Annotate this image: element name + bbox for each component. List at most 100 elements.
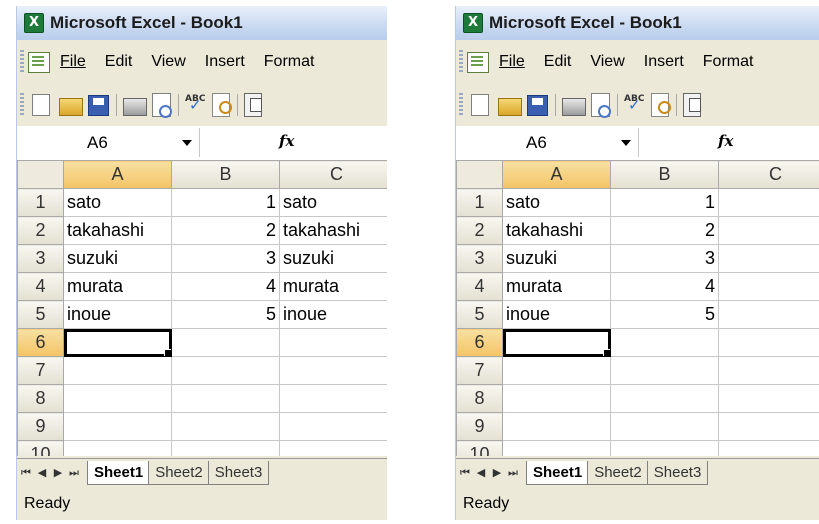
row-header[interactable]: 5	[456, 300, 503, 329]
column-header-c[interactable]: C	[279, 160, 387, 189]
first-sheet-icon[interactable]: ⏮	[458, 461, 472, 485]
open-folder-icon[interactable]	[498, 98, 522, 116]
tab-sheet2[interactable]: Sheet2	[148, 461, 210, 485]
chevron-down-icon[interactable]	[182, 140, 192, 146]
cell-b10[interactable]	[610, 440, 719, 456]
menu-view[interactable]: View	[151, 53, 185, 71]
row-header[interactable]: 8	[456, 384, 503, 413]
cell-c1[interactable]: sato	[279, 188, 387, 217]
cell-c4[interactable]	[718, 272, 819, 301]
cell-b10[interactable]	[171, 440, 280, 456]
cell-a6[interactable]	[502, 328, 611, 357]
menu-edit[interactable]: Edit	[544, 53, 572, 71]
title-bar[interactable]: X Microsoft Excel - Book1	[456, 6, 819, 40]
last-sheet-icon[interactable]: ⏭	[506, 461, 520, 485]
cell-a7[interactable]	[63, 356, 172, 385]
cell-c7[interactable]	[279, 356, 387, 385]
menu-format[interactable]: Format	[703, 53, 754, 71]
cell-b1[interactable]: 1	[610, 188, 719, 217]
first-sheet-icon[interactable]: ⏮	[19, 461, 33, 485]
print-preview-icon[interactable]	[152, 93, 172, 118]
menu-edit[interactable]: Edit	[105, 53, 133, 71]
column-header-c[interactable]: C	[718, 160, 819, 189]
tab-sheet2[interactable]: Sheet2	[587, 461, 649, 485]
menu-insert[interactable]: Insert	[205, 53, 245, 71]
cell-b3[interactable]: 3	[171, 244, 280, 273]
cell-b6[interactable]	[171, 328, 280, 357]
row-header[interactable]: 9	[456, 412, 503, 441]
cell-c8[interactable]	[279, 384, 387, 413]
cell-a8[interactable]	[502, 384, 611, 413]
row-header[interactable]: 2	[456, 216, 503, 245]
print-icon[interactable]	[123, 98, 147, 116]
print-preview-icon[interactable]	[591, 93, 611, 118]
cell-a3[interactable]: suzuki	[63, 244, 172, 273]
toolbar-grip-icon[interactable]	[459, 50, 463, 74]
cell-c6[interactable]	[279, 328, 387, 357]
cell-a1[interactable]: sato	[502, 188, 611, 217]
new-document-icon[interactable]	[471, 94, 489, 116]
menu-insert[interactable]: Insert	[644, 53, 684, 71]
column-header-a[interactable]: A	[63, 160, 172, 189]
menu-file[interactable]: File	[499, 53, 525, 71]
row-header[interactable]: 7	[456, 356, 503, 385]
cell-c2[interactable]	[718, 216, 819, 245]
cell-c8[interactable]	[718, 384, 819, 413]
cell-c2[interactable]: takahashi	[279, 216, 387, 245]
cell-a5[interactable]: inoue	[63, 300, 172, 329]
cell-a10[interactable]	[63, 440, 172, 456]
cell-b8[interactable]	[610, 384, 719, 413]
row-header[interactable]: 3	[17, 244, 64, 273]
print-icon[interactable]	[562, 98, 586, 116]
cell-c9[interactable]	[718, 412, 819, 441]
cell-c3[interactable]	[718, 244, 819, 273]
tab-sheet3[interactable]: Sheet3	[207, 461, 270, 485]
row-header[interactable]: 2	[17, 216, 64, 245]
cell-b8[interactable]	[171, 384, 280, 413]
row-header[interactable]: 5	[17, 300, 64, 329]
cell-b2[interactable]: 2	[171, 216, 280, 245]
cell-c9[interactable]	[279, 412, 387, 441]
cell-a5[interactable]: inoue	[502, 300, 611, 329]
cell-b4[interactable]: 4	[610, 272, 719, 301]
research-icon[interactable]	[651, 93, 671, 117]
cell-b5[interactable]: 5	[171, 300, 280, 329]
cell-a4[interactable]: murata	[502, 272, 611, 301]
select-all-corner[interactable]	[17, 160, 64, 189]
save-icon[interactable]	[527, 94, 548, 116]
menu-format[interactable]: Format	[264, 53, 315, 71]
row-header[interactable]: 6	[17, 328, 64, 357]
cell-a9[interactable]	[63, 412, 172, 441]
toolbar-grip-icon[interactable]	[459, 93, 463, 117]
cell-b9[interactable]	[171, 412, 280, 441]
cell-c1[interactable]	[718, 188, 819, 217]
cell-a2[interactable]: takahashi	[63, 216, 172, 245]
row-header[interactable]: 4	[456, 272, 503, 301]
cell-a9[interactable]	[502, 412, 611, 441]
next-sheet-icon[interactable]: ▶	[490, 461, 504, 485]
cell-a7[interactable]	[502, 356, 611, 385]
last-sheet-icon[interactable]: ⏭	[67, 461, 81, 485]
prev-sheet-icon[interactable]: ◀	[474, 461, 488, 485]
spelling-icon[interactable]: ABC	[185, 94, 207, 116]
cell-c3[interactable]: suzuki	[279, 244, 387, 273]
prev-sheet-icon[interactable]: ◀	[35, 461, 49, 485]
menu-view[interactable]: View	[590, 53, 624, 71]
chevron-down-icon[interactable]	[621, 140, 631, 146]
column-header-b[interactable]: B	[610, 160, 719, 189]
cell-c5[interactable]	[718, 300, 819, 329]
insert-function-icon[interactable]: fx	[279, 132, 294, 150]
save-icon[interactable]	[88, 94, 109, 116]
new-document-icon[interactable]	[32, 94, 50, 116]
workbook-icon[interactable]	[28, 51, 50, 73]
cell-b3[interactable]: 3	[610, 244, 719, 273]
toolbar-grip-icon[interactable]	[20, 50, 24, 74]
spelling-icon[interactable]: ABC	[624, 94, 646, 116]
cell-b7[interactable]	[171, 356, 280, 385]
column-header-a[interactable]: A	[502, 160, 611, 189]
select-all-corner[interactable]	[456, 160, 503, 189]
cell-b4[interactable]: 4	[171, 272, 280, 301]
row-header[interactable]: 4	[17, 272, 64, 301]
copy-icon[interactable]	[244, 93, 262, 117]
workbook-icon[interactable]	[467, 51, 489, 73]
